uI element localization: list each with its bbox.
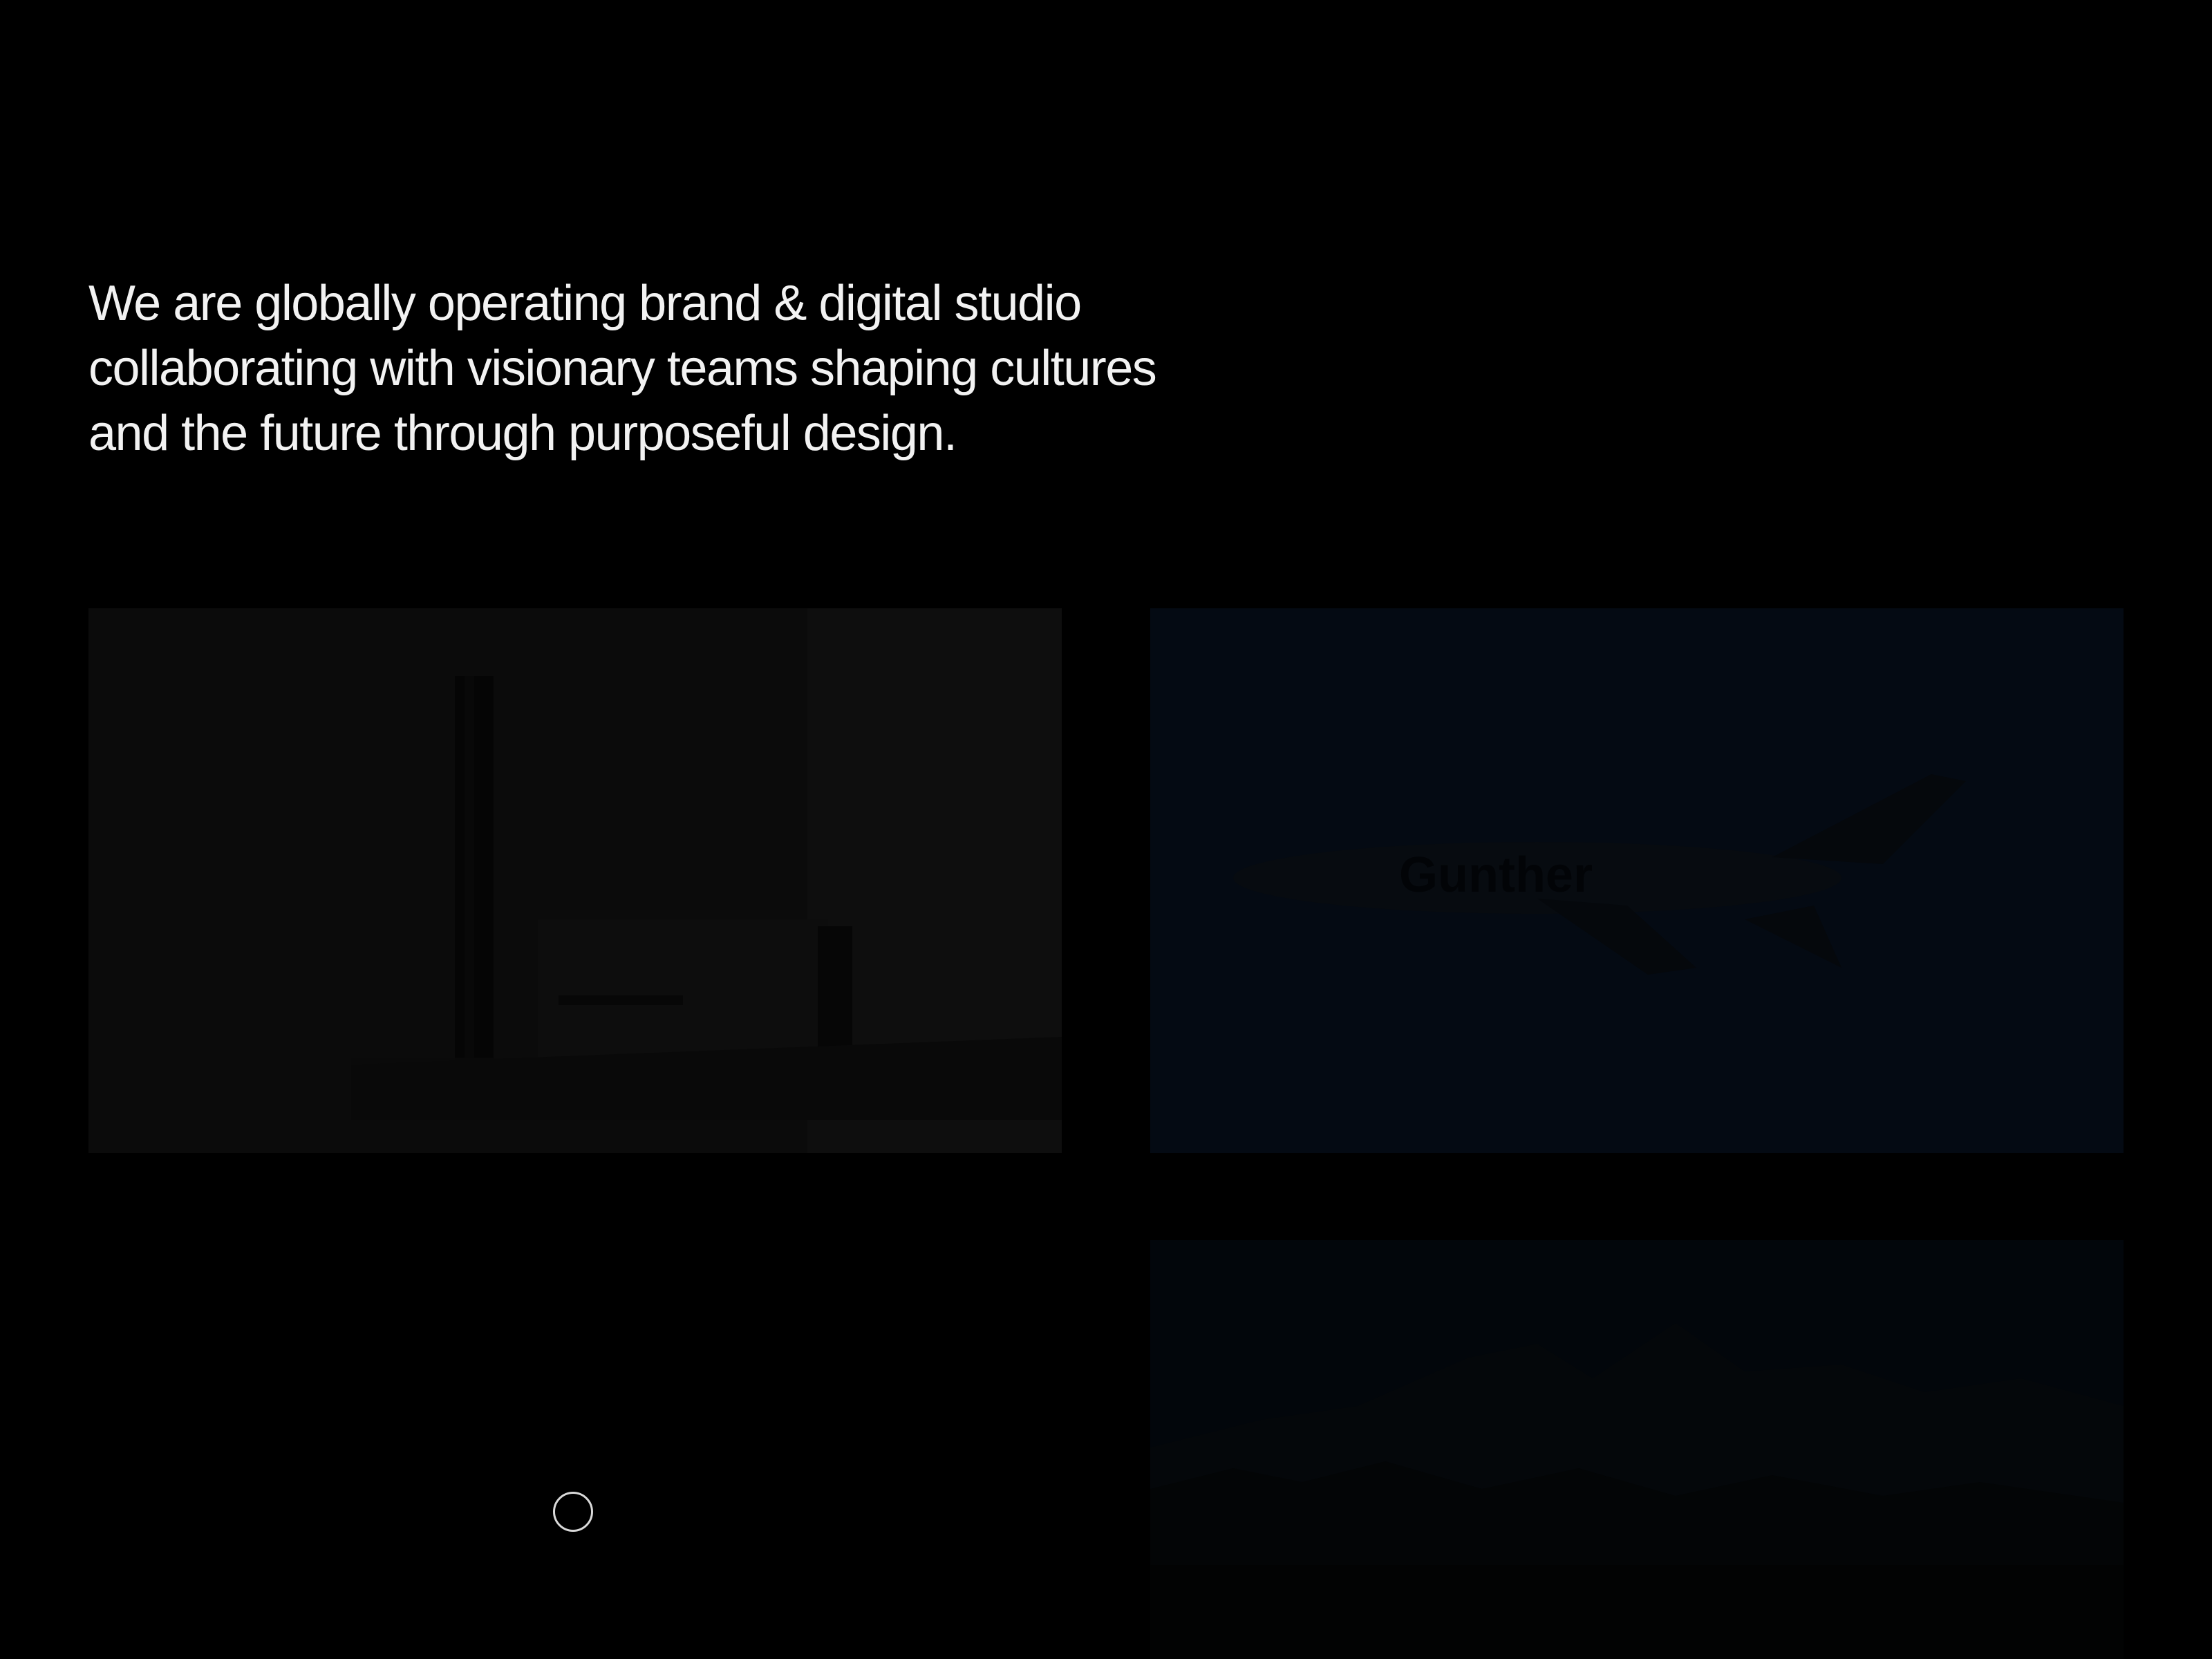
product-photo-image [88,608,1062,1153]
airplane-photo-image: Gunther [1150,608,2124,1153]
project-tile-mountain[interactable] [1150,1240,2124,1659]
intro-line-3: and the future through purposeful design… [88,406,957,461]
intro-line-1: We are globally operating brand & digita… [88,276,1082,331]
project-tile-product[interactable] [88,608,1062,1153]
intro-line-2: collaborating with visionary teams shapi… [88,341,1157,396]
studio-intro-text: We are globally operating brand & digita… [88,271,1333,466]
project-tile-airplane[interactable]: Gunther [1150,608,2124,1153]
mountain-photo-image [1150,1240,2124,1659]
circle-cursor-icon [553,1492,593,1532]
airplane-livery-text: Gunther [1399,847,1593,903]
